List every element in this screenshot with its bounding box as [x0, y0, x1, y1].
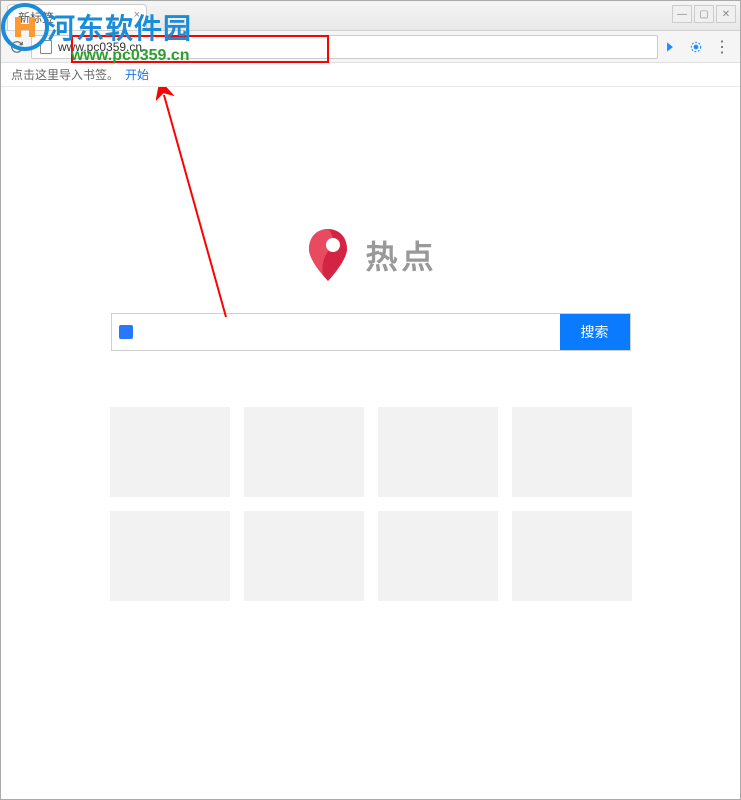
watermark-logo: 河东软件园	[1, 3, 192, 51]
maximize-button[interactable]: ▢	[694, 5, 714, 23]
minimize-button[interactable]: —	[672, 5, 692, 23]
bookmark-hint: 点击这里导入书签。	[11, 66, 119, 83]
search-box: 搜索	[111, 313, 631, 351]
watermark-circle-icon	[1, 3, 49, 51]
quick-tile[interactable]	[110, 511, 230, 601]
quick-tile[interactable]	[512, 511, 632, 601]
search-input[interactable]	[140, 314, 560, 350]
window-controls: — ▢ ✕	[672, 5, 736, 23]
brand-text: 热点	[365, 232, 437, 278]
quick-tile[interactable]	[244, 407, 364, 497]
content-area: 热点 搜索	[1, 87, 740, 799]
search-button[interactable]: 搜索	[560, 314, 630, 350]
quick-tile[interactable]	[512, 407, 632, 497]
quick-tile[interactable]	[378, 407, 498, 497]
extension-icon-1[interactable]	[662, 39, 678, 55]
search-provider-icon[interactable]	[112, 314, 140, 350]
bookmark-bar: 点击这里导入书签。 开始	[1, 63, 740, 87]
watermark-text: 河东软件园	[47, 7, 192, 47]
search-section: 搜索	[1, 313, 740, 351]
annotation-arrow	[156, 87, 236, 327]
tiles-section	[1, 407, 740, 601]
quick-tile[interactable]	[244, 511, 364, 601]
brand-pin-icon	[303, 227, 353, 283]
toolbar-right: ⋮	[662, 37, 734, 57]
window-frame: 新标签 × — ▢ ✕ www.pc0359.cn	[0, 0, 741, 800]
tiles-grid	[110, 407, 632, 601]
extension-icon-2[interactable]	[688, 39, 704, 55]
menu-icon[interactable]: ⋮	[714, 37, 730, 57]
bookmark-import-link[interactable]: 开始	[125, 66, 149, 83]
quick-tile[interactable]	[378, 511, 498, 601]
close-button[interactable]: ✕	[716, 5, 736, 23]
quick-tile[interactable]	[110, 407, 230, 497]
logo-section: 热点	[1, 227, 740, 283]
baidu-icon	[119, 325, 133, 339]
brand-logo: 热点	[303, 227, 437, 283]
